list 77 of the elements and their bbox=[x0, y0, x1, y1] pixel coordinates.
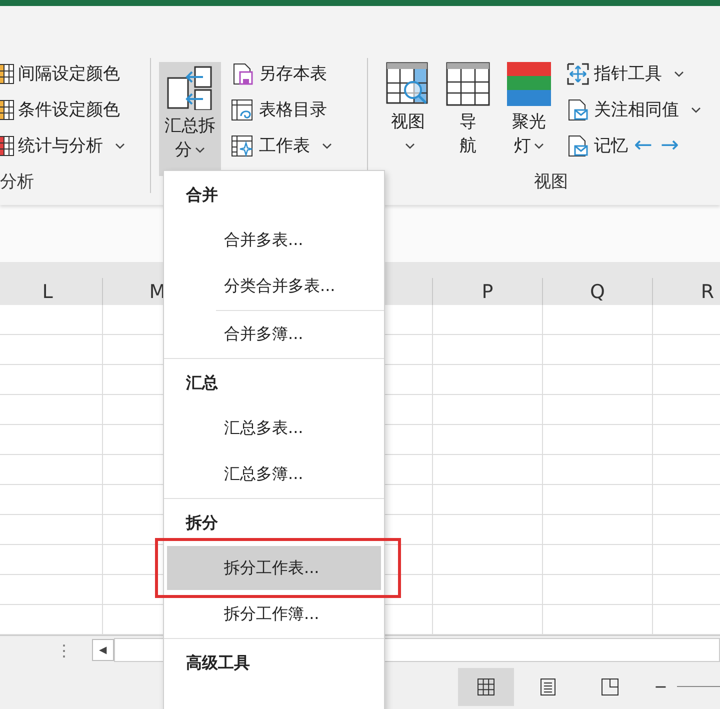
menu-section-header: 高级工具 bbox=[186, 652, 250, 674]
table-cell[interactable] bbox=[433, 515, 543, 545]
table-cell[interactable] bbox=[543, 485, 653, 515]
table-cell[interactable] bbox=[0, 335, 103, 365]
save-icon bbox=[231, 62, 255, 86]
ribbon-button[interactable]: 聚光灯 bbox=[502, 58, 556, 171]
table-cell[interactable] bbox=[543, 335, 653, 365]
table-cell[interactable] bbox=[433, 365, 543, 395]
color-bars-icon bbox=[507, 62, 551, 106]
ribbon-button[interactable]: 另存本表 bbox=[229, 58, 329, 89]
table-cell[interactable] bbox=[0, 575, 103, 605]
menu-item[interactable]: 拆分工作表... bbox=[167, 546, 381, 590]
normal-view-icon bbox=[477, 678, 495, 696]
table-cell[interactable] bbox=[0, 395, 103, 425]
table-cell[interactable] bbox=[543, 455, 653, 485]
table-icon bbox=[446, 62, 490, 106]
ribbon-button[interactable]: 指针工具 bbox=[564, 58, 686, 89]
table-cell[interactable] bbox=[433, 545, 543, 575]
column-header[interactable]: L bbox=[42, 280, 53, 302]
table-cell[interactable] bbox=[543, 515, 653, 545]
table-cell[interactable] bbox=[433, 455, 543, 485]
ribbon-button[interactable]: 统计与分析 bbox=[0, 130, 127, 161]
table-star-icon bbox=[231, 134, 255, 158]
group-label: 分析 bbox=[0, 171, 34, 193]
table-cell[interactable] bbox=[433, 575, 543, 605]
ribbon-button[interactable]: 汇总拆分 bbox=[159, 62, 221, 176]
table-cell[interactable] bbox=[0, 545, 103, 575]
pointer-tool-icon bbox=[566, 62, 590, 86]
table-cell[interactable] bbox=[433, 335, 543, 365]
menu-item[interactable]: 分类合并多表... bbox=[167, 264, 381, 308]
menu-item[interactable]: 合并多簿... bbox=[167, 312, 381, 356]
menu-section-header: 拆分 bbox=[186, 512, 218, 534]
ribbon-button[interactable]: 间隔设定颜色 bbox=[0, 58, 122, 89]
table-cell[interactable] bbox=[0, 365, 103, 395]
table-cell[interactable] bbox=[543, 365, 653, 395]
table-cell[interactable] bbox=[543, 545, 653, 575]
table-swirl-icon bbox=[231, 98, 255, 122]
menu-item[interactable]: 汇总多簿... bbox=[167, 452, 381, 496]
table-cell[interactable] bbox=[0, 425, 103, 455]
column-header[interactable]: R bbox=[700, 280, 714, 302]
table-cell[interactable] bbox=[543, 425, 653, 455]
table-cell[interactable] bbox=[543, 305, 653, 335]
column-header[interactable]: P bbox=[482, 280, 494, 302]
zoom-out-button[interactable]: − bbox=[650, 677, 672, 696]
menu-section-header: 汇总 bbox=[186, 372, 218, 394]
table-search-icon bbox=[386, 62, 430, 106]
table-cell[interactable] bbox=[433, 485, 543, 515]
page-break-icon bbox=[601, 678, 619, 696]
ribbon-button[interactable]: 工作表 bbox=[229, 130, 334, 161]
document-mail-icon bbox=[566, 98, 590, 122]
more-icon[interactable]: ⋮ bbox=[56, 640, 72, 660]
table-cell[interactable] bbox=[433, 395, 543, 425]
group-label: 视图 bbox=[533, 171, 569, 193]
column-header[interactable]: Q bbox=[590, 280, 605, 302]
scroll-left-button[interactable]: ◀ bbox=[92, 639, 114, 661]
ribbon-button[interactable]: 条件设定颜色 bbox=[0, 94, 122, 125]
table-cell[interactable] bbox=[0, 305, 103, 335]
menu-section-header: 合并 bbox=[186, 184, 218, 206]
ribbon-button[interactable]: 视图 bbox=[382, 58, 434, 171]
menu-item[interactable]: 合并多表... bbox=[167, 218, 381, 262]
view-button[interactable] bbox=[458, 668, 514, 706]
table-cell[interactable] bbox=[433, 425, 543, 455]
table-cell[interactable] bbox=[433, 305, 543, 335]
ribbon-button[interactable]: 关注相同值 bbox=[564, 94, 703, 125]
table-cell[interactable] bbox=[0, 515, 103, 545]
merge-split-icon bbox=[167, 66, 213, 110]
ribbon-button[interactable]: 记忆 bbox=[564, 130, 630, 161]
document-mail-icon bbox=[566, 134, 590, 158]
table-cell[interactable] bbox=[0, 485, 103, 515]
ribbon-button[interactable]: 导航 bbox=[442, 58, 494, 171]
page-layout-icon bbox=[539, 678, 557, 696]
menu-item[interactable]: 汇总多表... bbox=[167, 406, 381, 450]
table-cell[interactable] bbox=[0, 455, 103, 485]
menu-item[interactable]: 拆分工作簿... bbox=[167, 592, 381, 636]
ribbon-button[interactable]: 表格目录 bbox=[229, 94, 329, 125]
table-cell[interactable] bbox=[543, 395, 653, 425]
table-cell[interactable] bbox=[543, 575, 653, 605]
